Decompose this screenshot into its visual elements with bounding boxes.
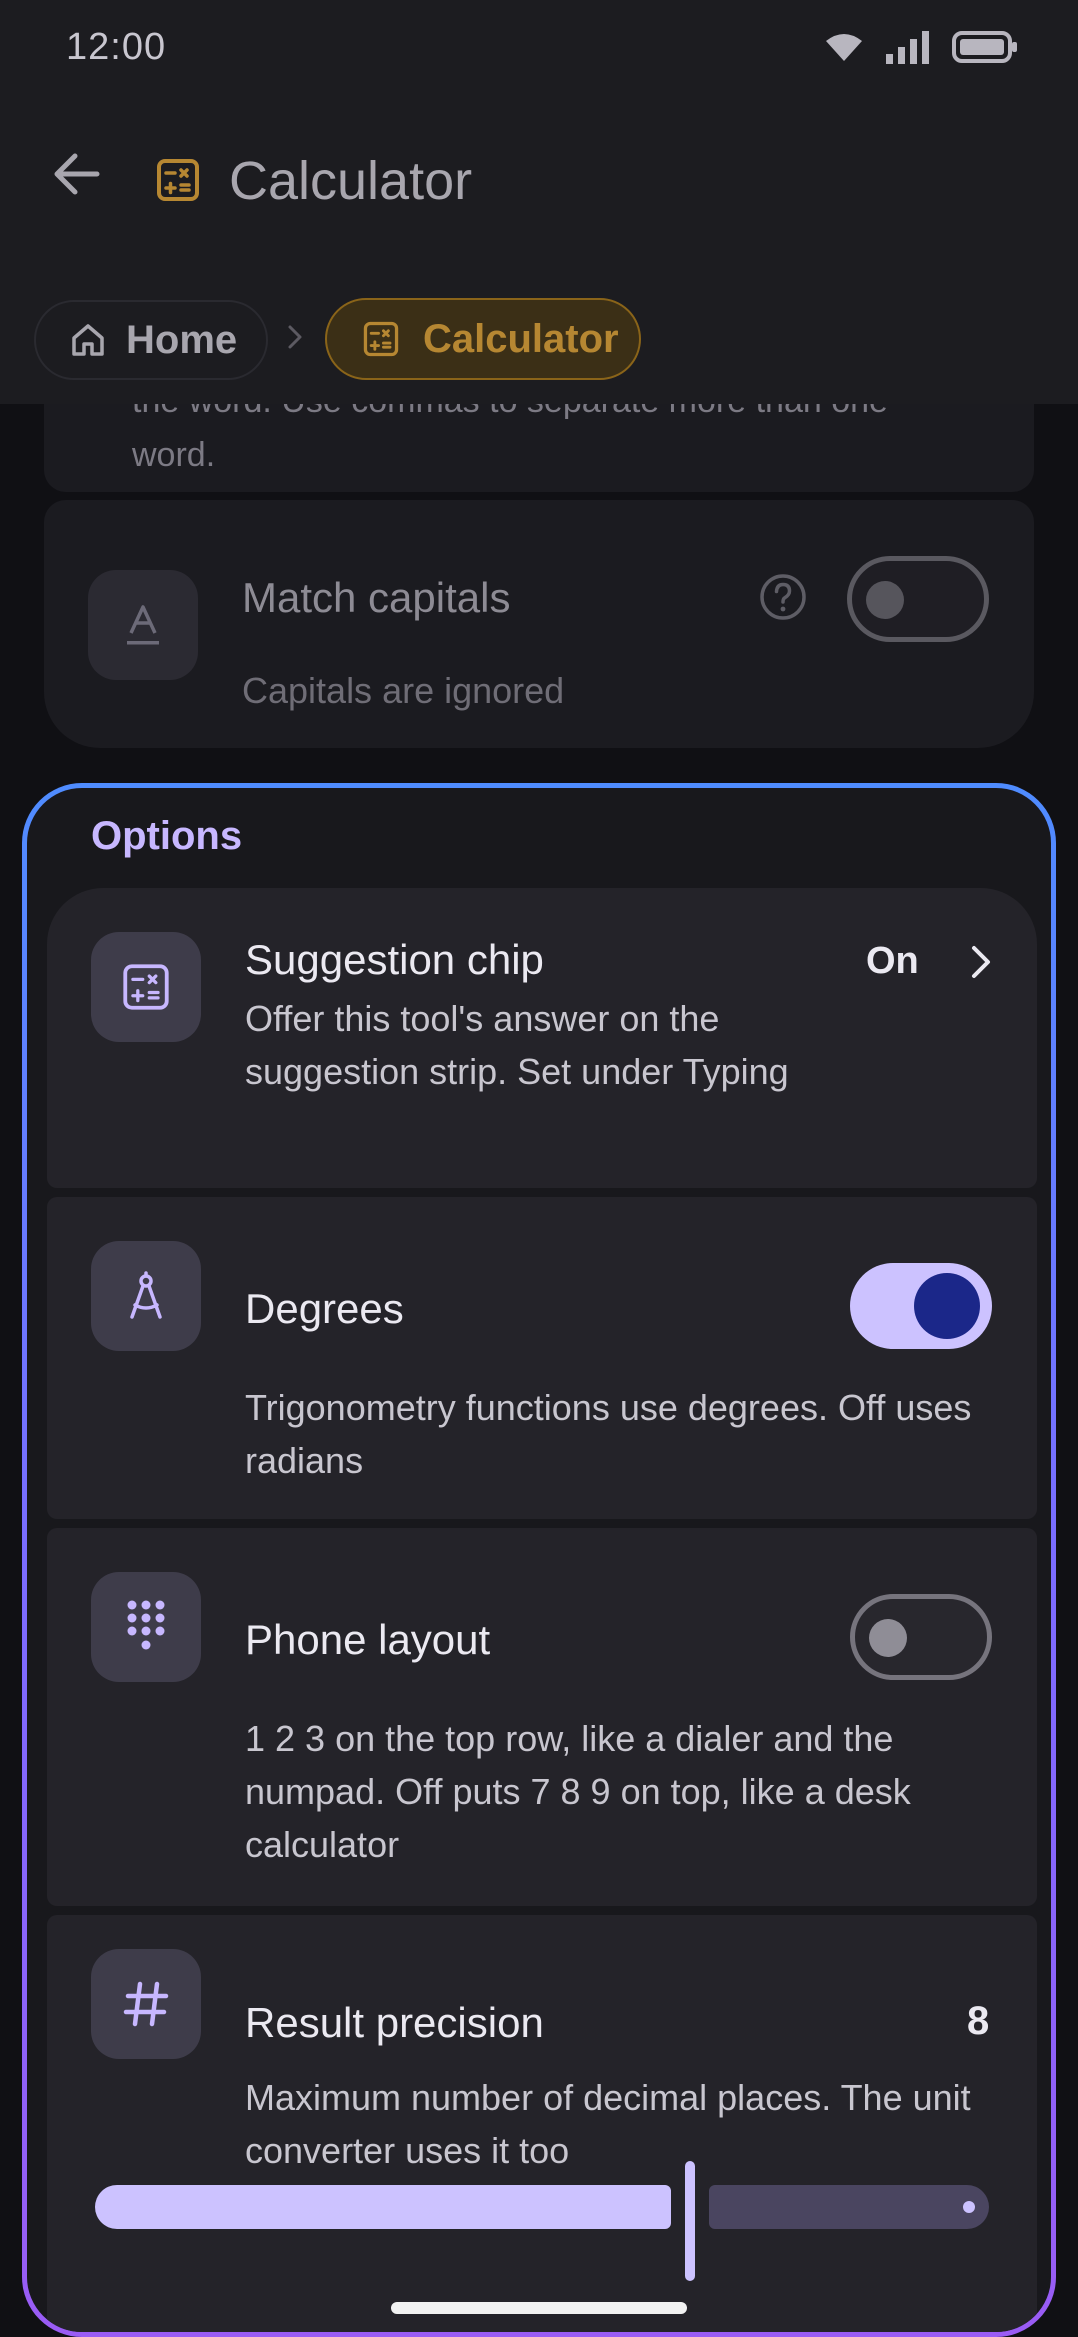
page-title: Calculator xyxy=(229,151,473,211)
help-icon[interactable] xyxy=(758,572,808,622)
result-precision-icon-tile xyxy=(91,1949,201,2059)
phone-layout-description: 1 2 3 on the top row, like a dialer and … xyxy=(245,1718,911,1865)
toggle-knob xyxy=(869,1619,907,1657)
dialpad-icon xyxy=(127,1600,165,1650)
degrees-description: Trigonometry functions use degrees. Off … xyxy=(245,1387,972,1481)
phone-layout-icon-tile xyxy=(91,1572,201,1682)
wifi-icon xyxy=(826,34,862,61)
suggestion-chip-description: Offer this tool's answer on the suggesti… xyxy=(245,998,789,1092)
toggle-knob xyxy=(914,1273,980,1339)
match-capitals-subtitle: Capitals are ignored xyxy=(242,670,565,711)
slider-handle[interactable] xyxy=(685,2161,695,2281)
result-precision-value: 8 xyxy=(967,1999,990,2043)
options-heading: Options xyxy=(91,814,243,858)
match-capitals-toggle[interactable] xyxy=(847,556,989,642)
degrees-row[interactable]: Degrees Trigonometry functions use degre… xyxy=(47,1197,1037,1519)
app-bar: Calculator xyxy=(0,96,1078,268)
match-capitals-title: Match capitals xyxy=(242,574,511,621)
keyword-card: the word. Use commas to separate more th… xyxy=(44,404,1034,492)
text-case-icon xyxy=(127,605,159,645)
chevron-right-icon xyxy=(972,946,990,978)
phone-layout-title: Phone layout xyxy=(245,1616,491,1663)
degrees-toggle[interactable] xyxy=(850,1263,992,1349)
home-indicator[interactable] xyxy=(391,2302,687,2314)
match-capitals-card[interactable]: Match capitals Capitals are ignored xyxy=(44,500,1034,748)
phone-layout-toggle[interactable] xyxy=(850,1594,992,1680)
breadcrumb-current[interactable]: Calculator xyxy=(325,298,641,380)
signal-icon xyxy=(886,31,929,64)
status-icons xyxy=(824,30,1018,64)
compass-icon xyxy=(130,1271,162,1319)
battery-icon xyxy=(952,31,1017,63)
calculator-icon xyxy=(123,964,169,1010)
options-group: Options Suggestion chip On Offer this to… xyxy=(22,783,1056,2337)
arrow-back-icon xyxy=(54,153,100,195)
breadcrumb-current-label: Calculator xyxy=(423,316,619,361)
suggestion-chip-icon-tile xyxy=(91,932,201,1042)
degrees-title: Degrees xyxy=(245,1285,404,1332)
calculator-icon xyxy=(157,159,199,201)
suggestion-chip-title: Suggestion chip xyxy=(245,936,544,983)
match-capitals-icon-tile xyxy=(88,570,198,680)
suggestion-chip-row[interactable]: Suggestion chip On Offer this tool's ans… xyxy=(47,888,1037,1188)
degrees-icon-tile xyxy=(91,1241,201,1351)
back-button[interactable] xyxy=(40,138,112,210)
slider-stop-indicator xyxy=(963,2201,975,2213)
chevron-right-icon xyxy=(288,325,302,349)
keyword-description: the word. Use commas to separate more th… xyxy=(132,404,888,474)
suggestion-chip-value: On xyxy=(866,940,919,982)
slider-inactive-track xyxy=(709,2185,989,2229)
slider-active-track xyxy=(95,2185,671,2229)
result-precision-row: Result precision 8 Maximum number of dec… xyxy=(47,1915,1037,2332)
home-icon xyxy=(72,324,104,356)
precision-slider[interactable] xyxy=(95,2161,989,2281)
calculator-icon xyxy=(363,321,399,357)
status-time: 12:00 xyxy=(66,26,167,68)
breadcrumb: Home Calculator xyxy=(0,268,1078,404)
breadcrumb-home[interactable]: Home xyxy=(34,300,268,380)
status-bar: 12:00 xyxy=(0,0,1078,96)
phone-layout-row[interactable]: Phone layout 1 2 3 on the top row, like … xyxy=(47,1528,1037,1906)
breadcrumb-home-label: Home xyxy=(126,317,238,362)
result-precision-title: Result precision xyxy=(245,1999,544,2046)
toggle-knob xyxy=(866,581,904,619)
hash-icon xyxy=(123,1981,169,2027)
